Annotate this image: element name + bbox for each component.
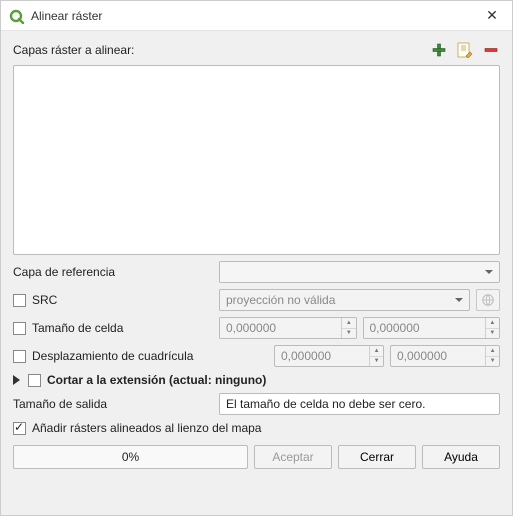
clip-label: Cortar a la extensión (actual: ninguno) (47, 373, 266, 387)
cell-x-input[interactable]: ▲▼ (219, 317, 357, 339)
add-to-map-label: Añadir rásters alineados al lienzo del m… (32, 421, 261, 435)
clip-row: Cortar a la extensión (actual: ninguno) (13, 373, 500, 387)
spinner-up[interactable]: ▲ (486, 318, 499, 329)
cell-x-value[interactable] (220, 318, 341, 338)
reference-combo[interactable] (219, 261, 500, 283)
edit-layer-button[interactable] (456, 41, 474, 59)
globe-icon (481, 293, 495, 307)
plus-icon (431, 42, 447, 58)
offset-y-input[interactable]: ▲▼ (390, 345, 500, 367)
src-checkbox[interactable] (13, 294, 26, 307)
cell-label: Tamaño de celda (32, 321, 123, 335)
layers-listbox[interactable] (13, 65, 500, 255)
progress-text: 0% (122, 450, 139, 464)
dialog-window: Alinear ráster ✕ Capas ráster a alinear:… (0, 0, 513, 516)
cell-y-input[interactable]: ▲▼ (363, 317, 501, 339)
output-size-label: Tamaño de salida (13, 397, 107, 411)
layer-toolbar (430, 41, 500, 59)
window-title: Alinear ráster (31, 9, 480, 23)
cell-checkbox[interactable] (13, 322, 26, 335)
cell-row: Tamaño de celda ▲▼ ▲▼ (13, 317, 500, 339)
offset-label: Desplazamiento de cuadrícula (32, 349, 193, 363)
expand-toggle-icon[interactable] (13, 375, 20, 385)
spinner-down[interactable]: ▼ (342, 329, 355, 339)
src-combo[interactable]: proyección no válida (219, 289, 470, 311)
add-layer-button[interactable] (430, 41, 448, 59)
layers-header: Capas ráster a alinear: (13, 41, 500, 59)
dialog-content: Capas ráster a alinear: Capa de referenc… (1, 31, 512, 515)
close-icon[interactable]: ✕ (480, 7, 504, 24)
spinner-down[interactable]: ▼ (486, 357, 499, 367)
offset-y-value[interactable] (391, 346, 485, 366)
titlebar: Alinear ráster ✕ (1, 1, 512, 31)
layers-label: Capas ráster a alinear: (13, 43, 134, 57)
offset-row: Desplazamiento de cuadrícula ▲▼ ▲▼ (13, 345, 500, 367)
progress-bar: 0% (13, 445, 248, 469)
remove-layer-button[interactable] (482, 41, 500, 59)
cell-y-value[interactable] (364, 318, 485, 338)
bottom-row: 0% Aceptar Cerrar Ayuda (13, 445, 500, 469)
offset-x-input[interactable]: ▲▼ (274, 345, 384, 367)
spinner-up[interactable]: ▲ (486, 346, 499, 357)
spinner-up[interactable]: ▲ (342, 318, 355, 329)
output-size-field: El tamaño de celda no debe ser cero. (219, 393, 500, 415)
offset-x-value[interactable] (275, 346, 369, 366)
offset-checkbox[interactable] (13, 350, 26, 363)
spinner-down[interactable]: ▼ (370, 357, 383, 367)
app-logo-icon (9, 8, 25, 24)
output-size-row: Tamaño de salida El tamaño de celda no d… (13, 393, 500, 415)
accept-button[interactable]: Aceptar (254, 445, 332, 469)
add-to-map-row: Añadir rásters alineados al lienzo del m… (13, 421, 500, 435)
src-picker-button[interactable] (476, 289, 500, 311)
clip-checkbox[interactable] (28, 374, 41, 387)
pencil-icon (457, 42, 473, 58)
add-to-map-checkbox[interactable] (13, 422, 26, 435)
close-button[interactable]: Cerrar (338, 445, 416, 469)
src-combo-value: proyección no válida (220, 290, 469, 310)
src-label: SRC (32, 293, 57, 307)
spinner-down[interactable]: ▼ (486, 329, 499, 339)
help-button[interactable]: Ayuda (422, 445, 500, 469)
minus-icon (483, 42, 499, 58)
reference-label: Capa de referencia (13, 265, 115, 279)
src-row: SRC proyección no válida (13, 289, 500, 311)
spinner-up[interactable]: ▲ (370, 346, 383, 357)
reference-row: Capa de referencia (13, 261, 500, 283)
